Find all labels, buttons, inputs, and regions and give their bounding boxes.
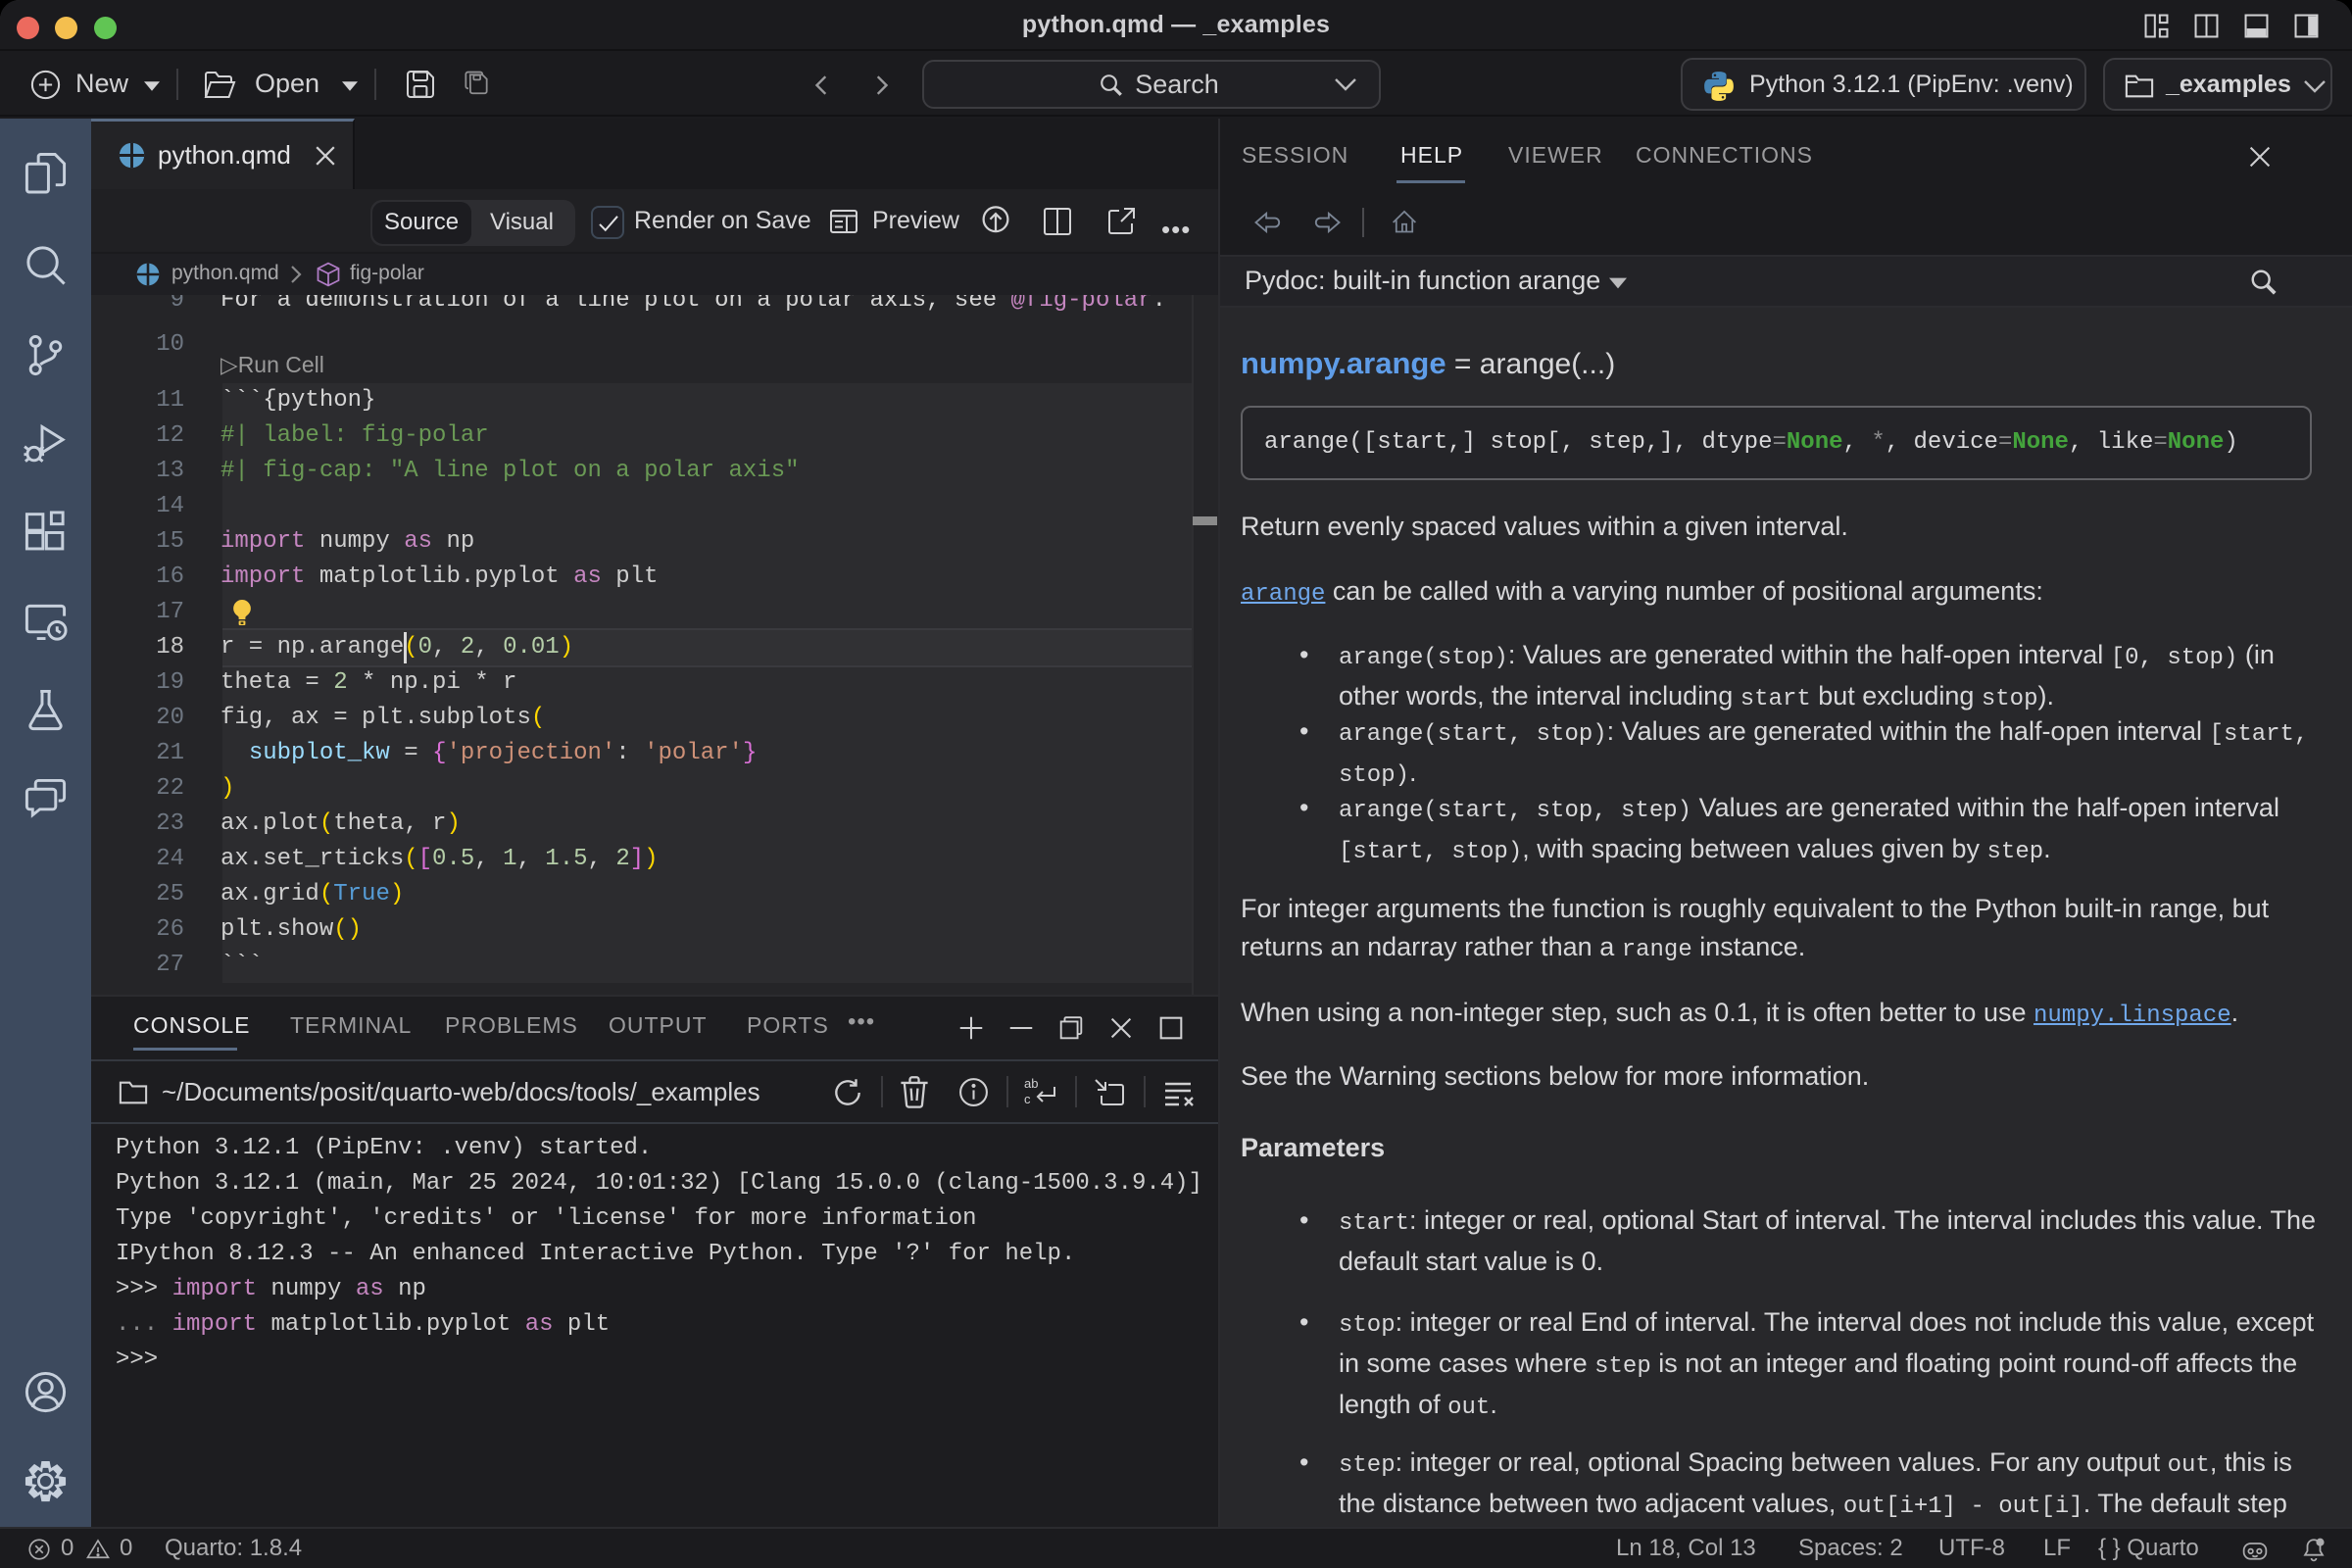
svg-text:ab: ab <box>1024 1076 1038 1091</box>
svg-text:c: c <box>1024 1092 1031 1106</box>
